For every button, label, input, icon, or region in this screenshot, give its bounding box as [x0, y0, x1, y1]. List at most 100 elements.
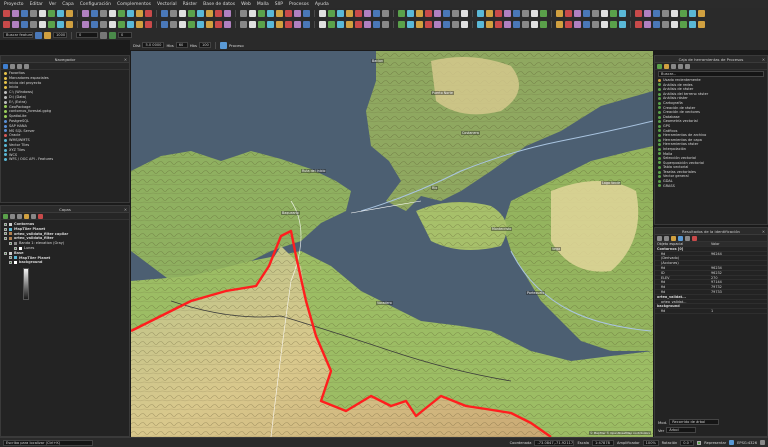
tool-tb2-47-icon[interactable] [416, 21, 423, 28]
tool-tb1-2-icon[interactable] [21, 10, 28, 17]
close-icon[interactable]: ✕ [762, 56, 765, 63]
properties-icon[interactable] [24, 63, 29, 69]
crs-label[interactable]: EPSG:4326 [737, 441, 757, 445]
menu-1[interactable]: Editar [30, 2, 43, 7]
tool-tb2-36-icon[interactable] [319, 21, 326, 28]
tool-tb2-4-icon[interactable] [39, 21, 46, 28]
tool-tb2-69-icon[interactable] [610, 21, 617, 28]
menu-2[interactable]: Ver [49, 2, 56, 7]
tool-tb1-32-icon[interactable] [285, 10, 292, 17]
tool-tb1-28-icon[interactable] [249, 10, 256, 17]
tool-tb1-66-icon[interactable] [583, 10, 590, 17]
tool-tb2-79-icon[interactable] [698, 21, 705, 28]
layer-checkbox[interactable] [4, 227, 7, 231]
tool-tb2-33-icon[interactable] [294, 21, 301, 28]
tool-tb2-65-icon[interactable] [574, 21, 581, 28]
tool-tb1-22-icon[interactable] [197, 10, 204, 17]
menu-6[interactable]: Vectorial [157, 2, 177, 7]
globe-icon[interactable] [729, 440, 735, 445]
tool-tb1-16-icon[interactable] [145, 10, 152, 17]
tool-tb2-70-icon[interactable] [619, 21, 626, 28]
tool-tb1-42-icon[interactable] [373, 10, 380, 17]
tool-tb2-45-icon[interactable] [398, 21, 405, 28]
layer-checkbox[interactable] [4, 251, 7, 255]
tool-tb2-64-icon[interactable] [565, 21, 572, 28]
tool-tb1-5-icon[interactable] [48, 10, 55, 17]
toolbox-item[interactable]: GRASS [658, 184, 764, 189]
tool-tb1-18-icon[interactable] [161, 10, 168, 17]
tool-tb1-74-icon[interactable] [653, 10, 660, 17]
tool-tb1-15-icon[interactable] [136, 10, 143, 17]
tool-tb1-3-icon[interactable] [30, 10, 37, 17]
tool-tb2-57-icon[interactable] [504, 21, 511, 28]
tool-tb2-10-icon[interactable] [91, 21, 98, 28]
tool-tb1-47-icon[interactable] [416, 10, 423, 17]
print-icon[interactable] [685, 235, 690, 241]
tool-tb1-41-icon[interactable] [364, 10, 371, 17]
tool-tb1-31-icon[interactable] [276, 10, 283, 17]
tool-tb1-43-icon[interactable] [382, 10, 389, 17]
tool-tb2-37-icon[interactable] [328, 21, 335, 28]
tool-tb1-34-icon[interactable] [303, 10, 310, 17]
tool-tb1-79-icon[interactable] [698, 10, 705, 17]
tool-tb2-56-icon[interactable] [495, 21, 502, 28]
tool-tb1-40-icon[interactable] [355, 10, 362, 17]
tool-tb2-11-icon[interactable] [100, 21, 107, 28]
tool-tb2-9-icon[interactable] [82, 21, 89, 28]
tool-tb2-28-icon[interactable] [249, 21, 256, 28]
tool-tb2-31-icon[interactable] [276, 21, 283, 28]
layer-checkbox[interactable] [4, 232, 7, 236]
select-icon[interactable] [671, 235, 676, 241]
tool-tb1-67-icon[interactable] [592, 10, 599, 17]
tool-tb1-51-icon[interactable] [452, 10, 459, 17]
tool-tb2-20-icon[interactable] [179, 21, 186, 28]
copy-icon[interactable] [678, 235, 683, 241]
tool-tb2-2-icon[interactable] [21, 21, 28, 28]
tool-tb1-30-icon[interactable] [267, 10, 274, 17]
expand-icon[interactable] [24, 213, 29, 219]
tool-tb2-75-icon[interactable] [662, 21, 669, 28]
tool-tb1-70-icon[interactable] [619, 10, 626, 17]
render-checkbox[interactable] [697, 440, 702, 445]
clear-icon[interactable] [692, 235, 697, 241]
tool-tb1-36-icon[interactable] [319, 10, 326, 17]
zoom-icon[interactable] [44, 31, 51, 39]
view-select[interactable]: Árbol [666, 427, 697, 433]
tool-tb1-75-icon[interactable] [662, 10, 669, 17]
tool-tb2-54-icon[interactable] [477, 21, 484, 28]
collapse-icon[interactable] [664, 235, 669, 241]
tool-tb1-10-icon[interactable] [91, 10, 98, 17]
tool-tb2-39-icon[interactable] [346, 21, 353, 28]
map-svg[interactable] [131, 51, 653, 437]
tool-tb1-38-icon[interactable] [337, 10, 344, 17]
tool-tb1-11-icon[interactable] [100, 10, 107, 17]
param-a-field[interactable]: 0 [76, 32, 98, 38]
tool-tb2-49-icon[interactable] [434, 21, 441, 28]
tool-tb1-24-icon[interactable] [215, 10, 222, 17]
tool-tb2-0-icon[interactable] [3, 21, 10, 28]
messages-icon[interactable] [760, 440, 765, 445]
tool-tb2-63-icon[interactable] [556, 21, 563, 28]
tool-tb2-29-icon[interactable] [258, 21, 265, 28]
collapse-icon[interactable] [31, 213, 36, 219]
tool-tb1-57-icon[interactable] [504, 10, 511, 17]
tool-tb2-1-icon[interactable] [12, 21, 19, 28]
history-icon[interactable] [671, 63, 676, 69]
tool-tb2-16-icon[interactable] [145, 21, 152, 28]
identify-row[interactable]: fid 1 [655, 309, 767, 314]
tool-tb1-20-icon[interactable] [179, 10, 186, 17]
layer-checkbox[interactable] [9, 242, 12, 246]
tool-tb2-61-icon[interactable] [540, 21, 547, 28]
collapse-icon[interactable] [17, 63, 22, 69]
layer-checkbox[interactable] [9, 256, 12, 260]
toolbox-search-input[interactable]: Buscar... [658, 71, 764, 77]
tool-tb1-48-icon[interactable] [425, 10, 432, 17]
process-label[interactable]: Proceso [229, 43, 244, 48]
tool-tb2-43-icon[interactable] [382, 21, 389, 28]
rotation-field[interactable]: 0.0 ° [680, 439, 695, 446]
open-style-icon[interactable] [3, 213, 8, 219]
results-icon[interactable] [678, 63, 683, 69]
tool-tb1-27-icon[interactable] [240, 10, 247, 17]
tool-tb1-63-icon[interactable] [556, 10, 563, 17]
tool-tb2-18-icon[interactable] [161, 21, 168, 28]
